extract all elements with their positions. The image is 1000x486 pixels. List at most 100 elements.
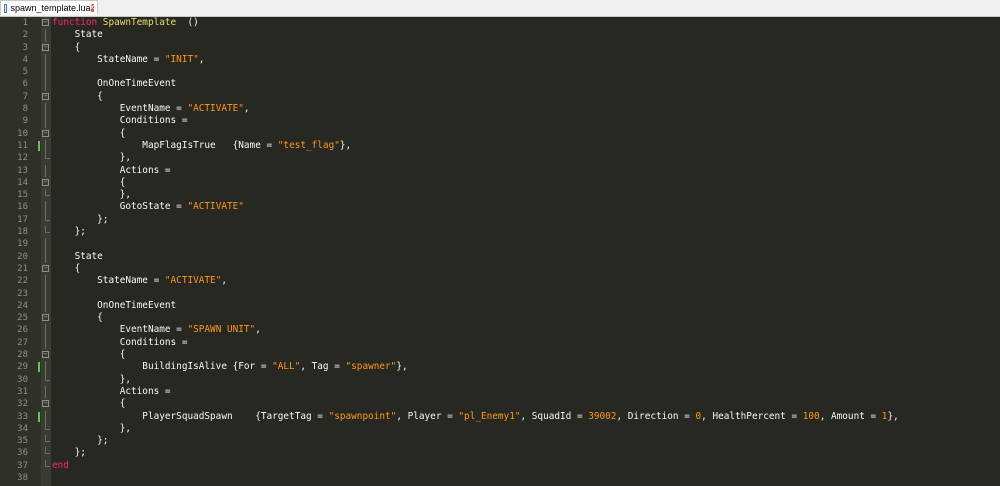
line-number: 8 [22, 104, 28, 115]
code-text: MapFlagIsTrue {Name = "test_flag"}, [52, 140, 351, 152]
string-token: "SPAWN UNIT" [187, 324, 256, 336]
fold-toggle-icon[interactable]: − [42, 92, 49, 100]
code-text: { [52, 42, 81, 54]
fold-toggle-icon[interactable]: − [42, 314, 49, 322]
code-line[interactable]: 35 }; [0, 435, 1000, 447]
code-line[interactable]: 29 BuildingIsAlive {For = "ALL", Tag = "… [0, 361, 1000, 374]
code-line[interactable]: 33 PlayerSquadSpawn {TargetTag = "spawnp… [0, 410, 1000, 423]
code-token: GotoState = [52, 201, 188, 213]
code-token: { [52, 398, 126, 410]
fold-toggle-icon[interactable]: − [42, 351, 49, 359]
code-editor[interactable]: 1− function SpawnTemplate () 2 State 3− {4 … [0, 17, 1000, 486]
code-line[interactable]: 16 GotoState = "ACTIVATE" [0, 201, 1000, 214]
code-line[interactable]: 24 OnOneTimeEvent [0, 299, 1000, 313]
tab-spawn-template[interactable]: spawn_template.lua x [0, 0, 98, 15]
code-line[interactable]: 7 − { [0, 91, 1000, 103]
code-line[interactable]: 10 − { [0, 128, 1000, 140]
code-text: Conditions = [52, 337, 188, 349]
fold-end-marker [45, 441, 50, 443]
fold-toggle-icon[interactable]: − [42, 129, 49, 137]
code-token: }; [52, 447, 86, 459]
code-line[interactable]: 30 }, [0, 373, 1000, 386]
line-number: 1 [22, 18, 28, 28]
fold-toggle-icon[interactable]: − [42, 19, 49, 26]
code-text: }, [52, 374, 131, 386]
code-line[interactable]: 11 MapFlagIsTrue {Name = "test_flag"}, [0, 139, 1000, 153]
fold-toggle-icon[interactable]: − [42, 400, 49, 408]
function-name-token: SpawnTemplate [97, 17, 177, 28]
fold-end-marker [45, 232, 50, 234]
fold-toggle-icon[interactable]: − [42, 43, 49, 51]
line-number: 37 [17, 460, 28, 471]
line-number: 7 [22, 91, 28, 102]
fold-guide [45, 275, 46, 288]
fold-guide [45, 250, 46, 263]
line-number: 22 [17, 276, 28, 287]
code-line[interactable]: 5 [0, 66, 1000, 79]
code-line[interactable]: 21 − { [0, 263, 1000, 275]
close-icon[interactable]: x [90, 4, 94, 12]
keyword-token: end [52, 459, 69, 471]
code-text: EventName = "ACTIVATE", [52, 103, 250, 115]
code-text: }; [52, 226, 86, 238]
code-line[interactable]: 15 }, [0, 189, 1000, 201]
code-line[interactable]: 22 StateName = "ACTIVATE", [0, 275, 1000, 288]
code-token: MapFlagIsTrue {Name = [52, 139, 278, 151]
code-text: }; [52, 435, 108, 447]
code-line[interactable]: 17 }; [0, 213, 1000, 226]
fold-guide [45, 103, 46, 116]
line-number: 15 [17, 190, 28, 201]
code-line[interactable]: 25 − { [0, 312, 1000, 324]
line-number: 11 [17, 140, 28, 151]
line-number: 33 [17, 411, 28, 422]
code-token: { [52, 349, 126, 361]
fold-toggle-icon[interactable]: − [42, 178, 49, 186]
code-line[interactable]: 6 OnOneTimeEvent [0, 78, 1000, 91]
code-token: EventName = [52, 103, 188, 115]
code-line[interactable]: 34 }, [0, 422, 1000, 435]
code-line[interactable]: 23 [0, 287, 1000, 300]
code-token: OnOneTimeEvent [52, 78, 177, 90]
code-token: }; [52, 213, 109, 225]
code-line[interactable]: 20 State [0, 250, 1000, 263]
code-line[interactable]: 28 − { [0, 349, 1000, 361]
code-token: PlayerSquadSpawn {TargetTag = [52, 410, 329, 422]
fold-end-marker [45, 219, 50, 221]
code-text: PlayerSquadSpawn {TargetTag = "spawnpoin… [52, 410, 898, 423]
code-line[interactable]: 37 end [0, 459, 1000, 472]
line-number: 24 [17, 300, 28, 311]
code-text: State [52, 251, 103, 263]
line-number: 30 [17, 374, 28, 385]
code-line[interactable]: 9 Conditions = [0, 115, 1000, 128]
code-line[interactable]: 36 }; [0, 447, 1000, 459]
code-line[interactable]: 38 [0, 472, 1000, 484]
code-text: }, [52, 189, 131, 201]
code-lines: 1− function SpawnTemplate () 2 State 3− {4 … [0, 17, 1000, 484]
code-line[interactable]: 31 Actions = [0, 385, 1000, 399]
code-line[interactable]: 12 }, [0, 152, 1000, 164]
code-line[interactable]: 13 Actions = [0, 164, 1000, 177]
fold-toggle-icon[interactable]: − [42, 264, 49, 272]
fold-end-marker [45, 379, 50, 381]
line-number: 32 [17, 399, 28, 410]
code-text: { [52, 263, 81, 275]
fold-guide [45, 66, 46, 79]
line-number: 21 [17, 263, 28, 274]
code-line[interactable]: 2 State [0, 29, 1000, 42]
code-line[interactable]: 18 }; [0, 226, 1000, 238]
code-line[interactable]: 3 − { [0, 42, 1000, 54]
line-number: 25 [17, 313, 28, 324]
code-line[interactable]: 8 EventName = "ACTIVATE", [0, 103, 1000, 116]
code-line[interactable]: 4 StateName = "INIT", [0, 53, 1000, 67]
code-line[interactable]: 1 − function SpawnTemplate () [0, 17, 1000, 29]
code-text: BuildingIsAlive {For = "ALL", Tag = "spa… [52, 361, 407, 373]
code-text: Actions = [52, 165, 171, 177]
code-line[interactable]: 32 − { [0, 398, 1000, 410]
code-text: { [52, 349, 126, 361]
string-token: "spawnpoint" [328, 410, 397, 422]
string-token: "pl_Enemy1" [458, 410, 521, 422]
code-line[interactable]: 19 [0, 238, 1000, 251]
code-line[interactable]: 26 EventName = "SPAWN UNIT", [0, 324, 1000, 337]
code-line[interactable]: 27 Conditions = [0, 336, 1000, 350]
code-line[interactable]: 14 − { [0, 177, 1000, 189]
